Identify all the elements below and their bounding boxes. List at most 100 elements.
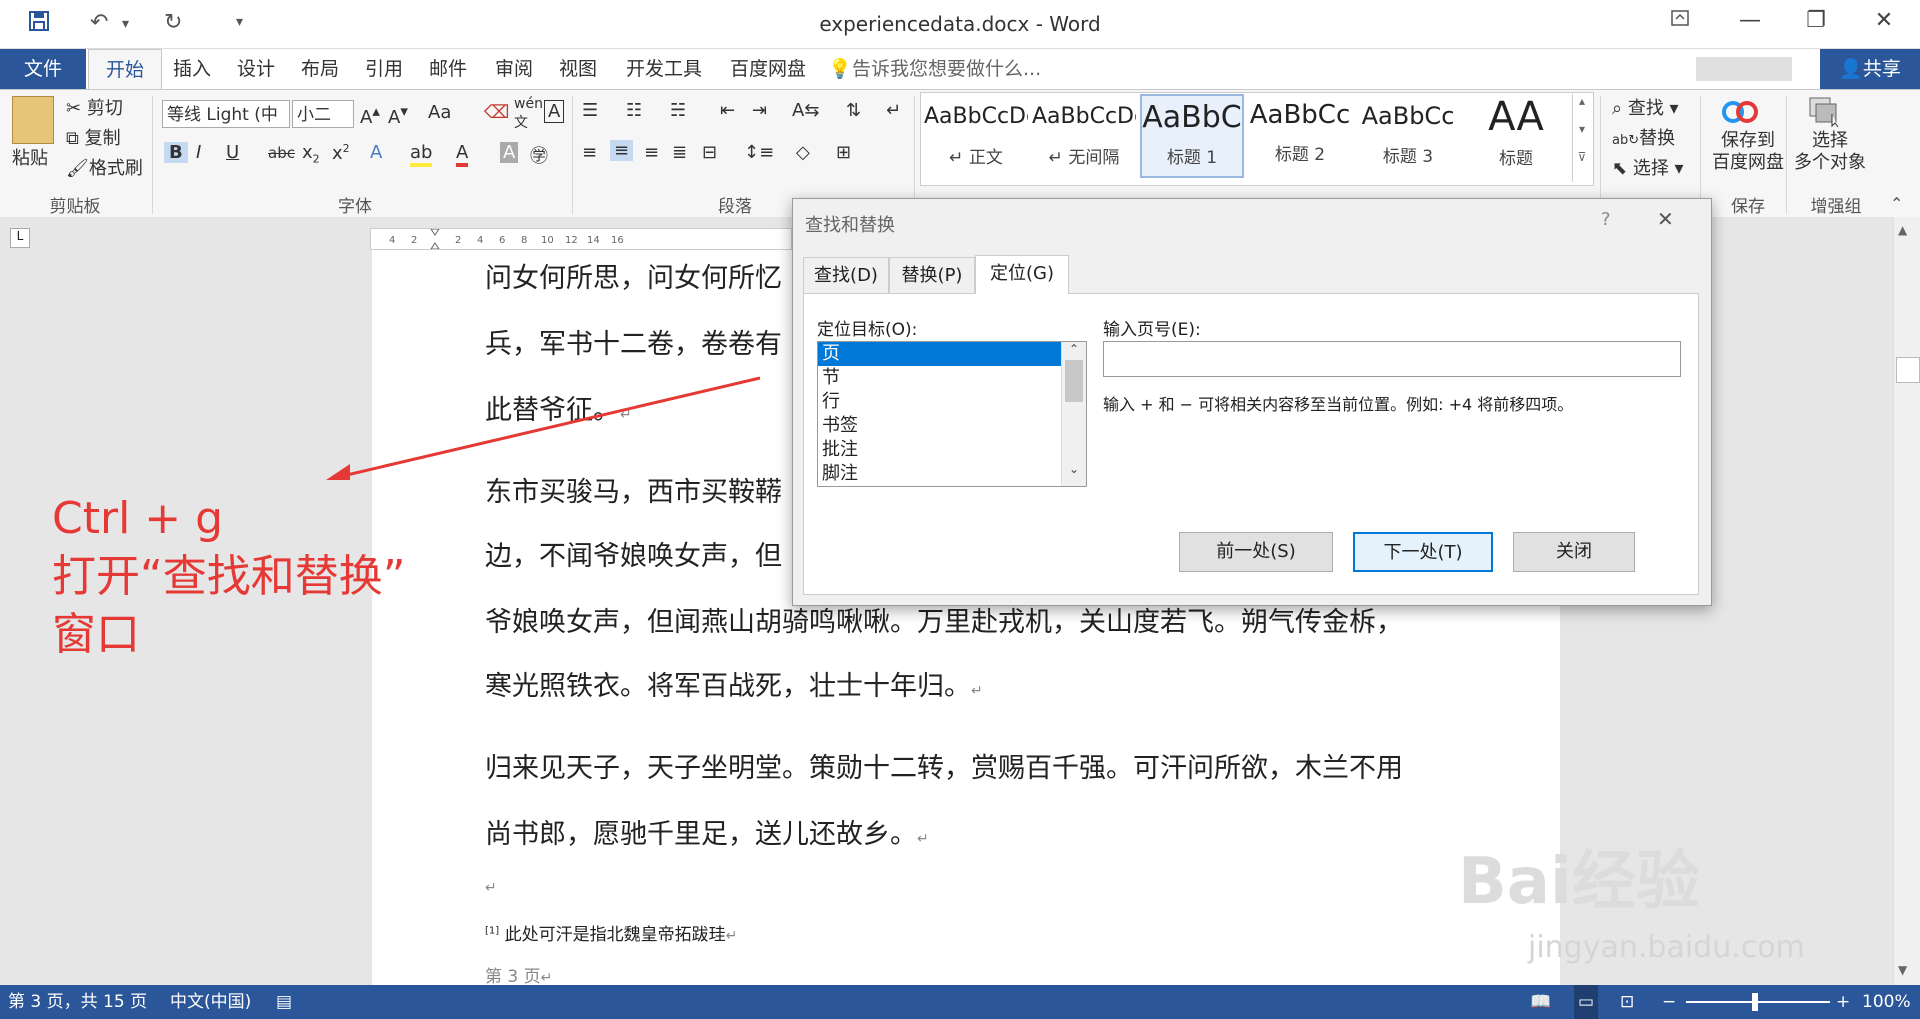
text-effects-icon[interactable]: A xyxy=(370,142,382,163)
select-multiple-objects-button[interactable]: 选择 多个对象 xyxy=(1794,130,1866,174)
print-layout-icon[interactable]: ▭ xyxy=(1574,985,1599,1019)
user-account[interactable] xyxy=(1696,57,1792,81)
distributed-icon[interactable]: ⊟ xyxy=(702,142,717,163)
list-scroll-thumb[interactable] xyxy=(1065,360,1083,402)
highlight-icon[interactable]: ab xyxy=(410,142,433,167)
sort-icon[interactable]: ⇅ xyxy=(846,100,861,121)
grow-font-icon[interactable]: A▴ xyxy=(360,102,380,128)
minimize-button[interactable]: — xyxy=(1730,8,1770,33)
close-dialog-button[interactable]: 关闭 xyxy=(1513,532,1635,572)
style-heading-1[interactable]: AaBbC 标题 1 xyxy=(1140,94,1244,178)
style-normal[interactable]: AaBbCcDc ↵ 正文 xyxy=(924,94,1028,178)
italic-icon[interactable]: I xyxy=(196,142,201,163)
tab-design[interactable]: 设计 xyxy=(228,49,284,89)
increase-indent-icon[interactable]: ⇥ xyxy=(752,100,767,121)
save-to-baidu-button[interactable]: 保存到 百度网盘 xyxy=(1712,130,1784,174)
decrease-indent-icon[interactable]: ⇤ xyxy=(720,100,735,121)
zoom-slider-thumb[interactable] xyxy=(1752,993,1758,1011)
clear-format-icon[interactable]: ⌫ xyxy=(484,102,509,123)
change-case-button[interactable]: Aa xyxy=(428,102,451,123)
style-heading-2[interactable]: AaBbCc 标题 2 xyxy=(1248,94,1352,178)
find-button[interactable]: ⌕ 查找 ▾ xyxy=(1612,94,1679,120)
list-scrollbar[interactable]: ⌃ ⌄ xyxy=(1061,342,1086,486)
align-left-icon[interactable]: ≡ xyxy=(582,142,597,163)
shrink-font-icon[interactable]: A▾ xyxy=(388,102,408,128)
tab-replace[interactable]: 替换(P) xyxy=(889,257,975,294)
web-layout-icon[interactable]: ⊡ xyxy=(1620,985,1634,1019)
justify-icon[interactable]: ≣ xyxy=(672,142,687,163)
chevron-down-icon[interactable]: ⌄ xyxy=(1062,462,1086,476)
subscript-icon[interactable]: x2 xyxy=(302,142,320,166)
tab-references[interactable]: 引用 xyxy=(356,49,412,89)
align-right-icon[interactable]: ≡ xyxy=(644,142,659,163)
borders-icon[interactable]: ⊞ xyxy=(836,142,851,163)
scroll-thumb[interactable] xyxy=(1896,357,1920,383)
zoom-level[interactable]: 100% xyxy=(1862,985,1911,1019)
language-indicator[interactable]: 中文(中国) xyxy=(170,985,251,1019)
superscript-icon[interactable]: x2 xyxy=(332,142,350,164)
share-button[interactable]: 👤共享 xyxy=(1820,49,1920,89)
tab-selector[interactable]: L xyxy=(10,228,30,248)
list-item[interactable]: 节 xyxy=(818,366,1062,390)
font-family-select[interactable]: 等线 Light (中 xyxy=(162,100,290,128)
font-size-select[interactable]: 小二 xyxy=(292,100,354,128)
strikethrough-icon[interactable]: abc xyxy=(268,144,295,162)
goto-target-list[interactable]: 页 节 行 书签 批注 脚注 ⌃ ⌄ xyxy=(817,341,1087,487)
paste-icon[interactable] xyxy=(12,96,54,144)
tab-developer[interactable]: 开发工具 xyxy=(616,49,712,89)
styles-scroll[interactable]: ▴ ▾ ⊽ xyxy=(1572,94,1591,182)
list-item[interactable]: 批注 xyxy=(818,438,1062,462)
tab-file[interactable]: 文件 xyxy=(0,49,86,89)
char-border-icon[interactable]: A xyxy=(544,100,565,123)
tab-home[interactable]: 开始 xyxy=(88,49,162,91)
format-painter-button[interactable]: 🖌格式刷 xyxy=(66,154,143,180)
list-item[interactable]: 行 xyxy=(818,390,1062,414)
horizontal-ruler[interactable]: 4 2 2 4 6 8 10 12 14 16 xyxy=(370,228,792,250)
vertical-scrollbar[interactable]: ▲ ▼ xyxy=(1893,217,1920,985)
restore-button[interactable]: ❐ xyxy=(1796,8,1836,33)
macro-icon[interactable]: ▤ xyxy=(276,985,292,1019)
line-spacing-icon[interactable]: ↕≡ xyxy=(744,142,774,163)
zoom-out-icon[interactable]: − xyxy=(1662,985,1676,1019)
style-title[interactable]: AA 标题 xyxy=(1464,94,1568,178)
baidu-cloud-icon[interactable] xyxy=(1720,96,1760,126)
tab-insert[interactable]: 插入 xyxy=(164,49,220,89)
help-button[interactable]: ? xyxy=(1601,209,1611,230)
copy-button[interactable]: ⧉ 复制 xyxy=(66,124,121,150)
scroll-up-icon[interactable]: ▲ xyxy=(1898,223,1907,237)
font-color-icon[interactable]: A xyxy=(456,142,469,167)
next-button[interactable]: 下一处(T) xyxy=(1353,532,1493,572)
tell-me-search[interactable]: 告诉我您想要做什么... xyxy=(852,49,1052,89)
style-heading-3[interactable]: AaBbCc 标题 3 xyxy=(1356,94,1460,178)
show-marks-icon[interactable]: ↵ xyxy=(886,100,901,121)
select-objects-icon[interactable] xyxy=(1808,96,1842,128)
tab-goto[interactable]: 定位(G) xyxy=(975,255,1069,294)
tab-mailings[interactable]: 邮件 xyxy=(420,49,476,89)
select-button[interactable]: ⬉ 选择 ▾ xyxy=(1612,154,1684,180)
bullets-icon[interactable]: ☰ xyxy=(582,100,598,121)
tab-review[interactable]: 审阅 xyxy=(486,49,542,89)
list-item[interactable]: 页 xyxy=(818,342,1062,366)
close-button[interactable]: ✕ xyxy=(1864,8,1904,33)
multilevel-list-icon[interactable]: ☵ xyxy=(670,100,686,121)
read-mode-icon[interactable]: 📖 xyxy=(1530,985,1551,1019)
ribbon-display-icon[interactable] xyxy=(1660,8,1700,34)
phonetic-guide-icon[interactable]: wén 文 xyxy=(514,96,543,132)
list-item[interactable]: 脚注 xyxy=(818,462,1062,486)
tab-layout[interactable]: 布局 xyxy=(292,49,348,89)
enclose-char-icon[interactable]: ㊫ xyxy=(530,142,548,168)
numbering-icon[interactable]: ☷ xyxy=(626,100,642,121)
cut-button[interactable]: ✂ 剪切 xyxy=(66,94,123,120)
previous-button[interactable]: 前一处(S) xyxy=(1179,532,1333,572)
underline-icon[interactable]: U xyxy=(226,142,239,163)
bold-icon[interactable]: B xyxy=(164,142,188,163)
zoom-in-icon[interactable]: + xyxy=(1836,985,1850,1019)
chevron-up-icon[interactable]: ⌃ xyxy=(1062,342,1086,356)
char-shading-icon[interactable]: A xyxy=(500,142,519,163)
tab-find[interactable]: 查找(D) xyxy=(803,257,889,294)
zoom-slider[interactable] xyxy=(1686,1001,1830,1003)
chinese-layout-icon[interactable]: A⇆ xyxy=(792,100,819,121)
dialog-close-icon[interactable]: ✕ xyxy=(1657,207,1674,231)
shading-icon[interactable]: ◇ xyxy=(796,142,810,163)
center-icon[interactable]: ≡ xyxy=(610,140,634,161)
